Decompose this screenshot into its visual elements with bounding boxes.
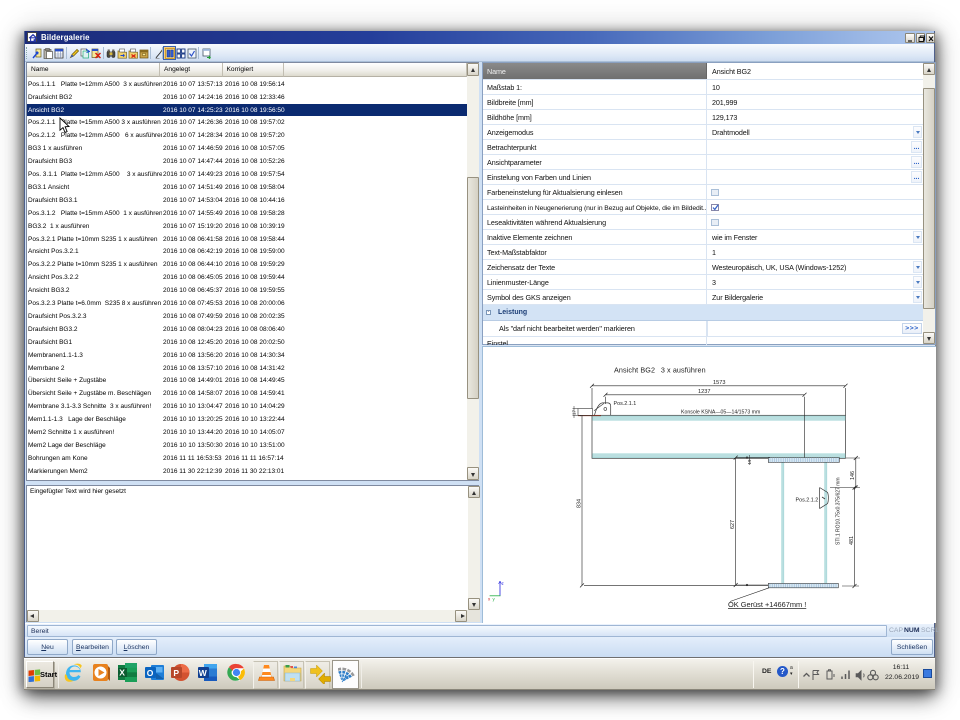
svg-text:Pos.2.1.1: Pos.2.1.1 bbox=[614, 401, 637, 407]
svg-text:x: x bbox=[488, 597, 491, 602]
svg-text:1573: 1573 bbox=[713, 380, 725, 386]
svg-text:19: 19 bbox=[747, 459, 752, 464]
svg-text:W: W bbox=[199, 668, 208, 678]
svg-text:y: y bbox=[493, 597, 496, 602]
svg-text:1237: 1237 bbox=[698, 389, 710, 395]
svg-text:z: z bbox=[502, 581, 505, 586]
svg-text:146: 146 bbox=[850, 471, 856, 480]
svg-text:Pos.2.1.2: Pos.2.1.2 bbox=[796, 498, 819, 504]
svg-text:834: 834 bbox=[577, 499, 583, 508]
svg-text:X: X bbox=[119, 668, 125, 678]
svg-text:481: 481 bbox=[849, 536, 855, 545]
svg-text:17: 17 bbox=[572, 410, 577, 415]
svg-text:P: P bbox=[173, 668, 179, 678]
svg-text:STl.1 RO10.75x0.375/627 mm: STl.1 RO10.75x0.375/627 mm bbox=[835, 477, 841, 545]
svg-text:Konsole KSNA—05—14/1573 mm: Konsole KSNA—05—14/1573 mm bbox=[681, 410, 760, 416]
svg-text:OK Gerüst +14667mm !: OK Gerüst +14667mm ! bbox=[728, 600, 806, 609]
svg-text:627: 627 bbox=[730, 520, 736, 529]
svg-text:O: O bbox=[146, 668, 153, 678]
svg-text:Ansicht BG2 3 x ausführen: Ansicht BG2 3 x ausführen bbox=[614, 366, 706, 375]
